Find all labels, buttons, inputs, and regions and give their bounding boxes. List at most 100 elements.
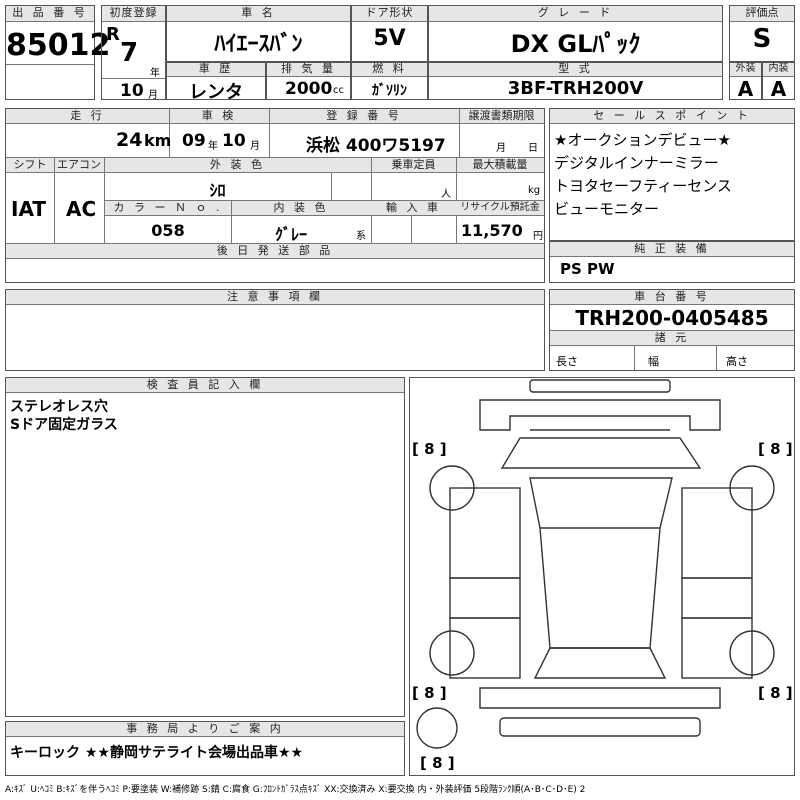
length-label: 長さ (556, 355, 578, 368)
first-reg-label: 初度登録 (102, 6, 165, 22)
damage-mark: [ 8 ] (420, 754, 455, 772)
damage-mark: [ 8 ] (412, 440, 447, 458)
width-label: 幅 (648, 355, 659, 368)
score: S (752, 24, 772, 54)
first-registration-box: 初度登録 R 7 年 10 月 (101, 5, 166, 101)
legend: A:ｷｽﾞ U:ﾍｺﾐ B:ｷｽﾞを伴うﾍｺﾐ P:要塗装 W:補修跡 S:錆 … (5, 785, 586, 795)
inspector-note: Sドア固定ガラス (10, 417, 118, 433)
grade: DX GLﾊﾟｯｸ (510, 30, 641, 58)
grade-box: グ レ ー ド DX GLﾊﾟｯｸ (428, 5, 723, 62)
genuine-equipment: PS PW (560, 260, 615, 278)
inspection-year-unit: 年 (208, 141, 218, 152)
exterior-grade-box: 外装 A (729, 62, 762, 101)
reg-month-unit: 月 (148, 90, 158, 101)
lot-number: 85012 (6, 28, 111, 63)
era: R (106, 24, 120, 45)
recycle-unit: 円 (533, 231, 543, 242)
notes-box: 注 意 事 項 欄 (5, 289, 545, 371)
vehicle-info-block: 走 行 車 検 登 録 番 号 譲渡書類期限 24 km 09 年 10 月 浜… (5, 108, 545, 283)
max-load-label: 最大積載量 (456, 158, 544, 173)
reg-month: 10 (120, 81, 144, 101)
lot-box: 出 品 番 号 85012 (5, 5, 111, 100)
inspection-year: 09 (182, 131, 206, 151)
score-label: 評価点 (730, 6, 794, 22)
inspector-box: 検 査 員 記 入 欄 ステレオレス穴 Sドア固定ガラス (5, 377, 405, 717)
capacity-label: 乗車定員 (371, 158, 456, 173)
displacement: 2000 (285, 79, 333, 99)
exterior-grade-label: 外装 (730, 63, 761, 77)
shift: IAT (11, 197, 47, 221)
damage-mark: [ 8 ] (758, 684, 793, 702)
exterior-color: ｼﾛ (209, 181, 226, 200)
office-notice: キーロック ★★静岡サテライト会場出品車★★ (10, 745, 304, 761)
import-label: 輸 入 車 (371, 201, 456, 216)
interior-color-suffix: 系 (356, 231, 366, 242)
chassis-box: 車 台 番 号 TRH200-0405485 諸 元 長さ 幅 高さ (549, 289, 795, 371)
office-notice-label: 事 務 局 よ り ご 案 内 (6, 722, 404, 737)
inspection-month: 10 (222, 131, 246, 151)
inspector-label: 検 査 員 記 入 欄 (6, 378, 404, 393)
history-box: 車 歴 レンタ (166, 62, 266, 103)
interior-color: ｸﾞﾚｰ (274, 225, 307, 244)
specs-label: 諸 元 (550, 331, 794, 346)
interior-color-label: 内 装 色 (231, 201, 371, 216)
inspector-note: ステレオレス穴 (10, 399, 108, 415)
mileage-unit: km (144, 131, 172, 150)
exterior-grade: A (737, 77, 754, 101)
inspection-month-unit: 月 (250, 141, 260, 152)
exterior-color-label: 外 装 色 (104, 158, 371, 173)
transfer-day-unit: 日 (528, 143, 538, 154)
lot-label: 出 品 番 号 (6, 6, 94, 22)
grade-label: グ レ ー ド (429, 6, 722, 22)
car-name-box: 車 名 ﾊｲｴｰｽﾊﾞﾝ (166, 5, 351, 62)
interior-grade: A (770, 77, 787, 101)
transfer-month-unit: 月 (496, 143, 506, 154)
sales-points-label: セ ー ル ス ポ イ ン ト (550, 109, 794, 124)
chassis-number: TRH200-0405485 (575, 306, 769, 330)
vehicle-diagram-box: [ 8 ] [ 8 ] [ 8 ] [ 8 ] [ 8 ] (409, 377, 795, 776)
displacement-unit: cc (333, 85, 344, 96)
car-name: ﾊｲｴｰｽﾊﾞﾝ (214, 32, 303, 57)
history-label: 車 歴 (167, 63, 265, 77)
model-label: 型 式 (429, 63, 722, 77)
plate-number: 浜松 400ワ5197 (306, 136, 446, 156)
car-name-label: 車 名 (167, 6, 350, 22)
color-no-label: カ ラ ー Ｎ ｏ . (105, 201, 231, 216)
sales-point: トヨタセーフティーセンス (554, 177, 732, 195)
model: 3BF-TRH200V (507, 78, 644, 99)
door-label: ドア形状 (352, 6, 427, 22)
plate-label: 登 録 番 号 (269, 109, 459, 124)
sales-points-box: セ ー ル ス ポ イ ン ト ★オークションデビュー★ デジタルインナーミラー… (549, 108, 795, 241)
displacement-box: 排 気 量 2000 cc (266, 62, 351, 100)
door-type: 5V (373, 26, 406, 51)
fuel-label: 燃 料 (352, 63, 427, 77)
ac-label: エアコン (54, 158, 104, 173)
color-no: 058 (151, 221, 185, 240)
capacity-unit: 人 (441, 189, 451, 200)
chassis-label: 車 台 番 号 (550, 290, 794, 305)
fuel: ｶﾞｿﾘﾝ (372, 83, 407, 99)
displacement-label: 排 気 量 (267, 63, 350, 77)
reg-year-unit: 年 (150, 68, 160, 79)
damage-mark: [ 8 ] (412, 684, 447, 702)
shift-label: シフト (6, 158, 54, 173)
mileage: 24 (116, 129, 143, 151)
office-notice-box: 事 務 局 よ り ご 案 内 キーロック ★★静岡サテライト会場出品車★★ (5, 721, 405, 776)
sales-point: ★オークションデビュー★ (554, 131, 731, 149)
genuine-equipment-box: 純 正 装 備 PS PW (549, 241, 795, 283)
later-parts-label: 後 日 発 送 部 品 (6, 244, 544, 259)
inspection-label: 車 検 (169, 109, 269, 124)
mileage-label: 走 行 (6, 109, 169, 124)
history: レンタ (189, 82, 243, 103)
van-body-diagram (416, 379, 775, 749)
transfer-label: 譲渡書類期限 (459, 109, 544, 124)
recycle-label: リサイクル預託金 (456, 201, 544, 216)
fuel-box: 燃 料 ｶﾞｿﾘﾝ (351, 62, 428, 100)
sales-point: ビューモニター (554, 200, 660, 218)
reg-year: 7 (120, 38, 139, 68)
notes-label: 注 意 事 項 欄 (6, 290, 544, 305)
score-box: 評価点 S (729, 5, 795, 62)
ac: AC (66, 197, 97, 221)
model-box: 型 式 3BF-TRH200V (428, 62, 723, 100)
max-load-unit: kg (528, 185, 541, 196)
